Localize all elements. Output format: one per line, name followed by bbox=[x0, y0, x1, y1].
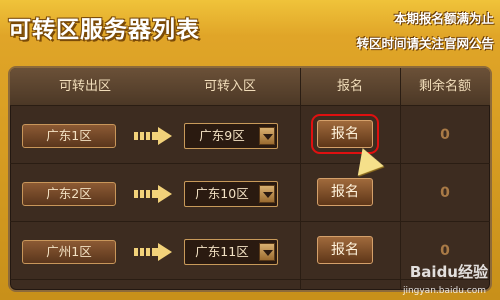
chevron-down-icon[interactable] bbox=[259, 243, 275, 261]
server-list-panel: 可转出区 可转入区 报名 剩余名额 广东1区 广东9区 报名 0 广东2区 广东… bbox=[8, 66, 492, 292]
remaining-slots: 0 bbox=[440, 185, 450, 201]
page-title: 可转区服务器列表 bbox=[8, 17, 200, 43]
chevron-down-icon[interactable] bbox=[259, 185, 275, 203]
target-server-select[interactable]: 广东9区 bbox=[184, 123, 278, 149]
signup-button[interactable]: 报名 bbox=[317, 178, 373, 206]
window-frame: 可转区服务器列表 本期报名额满为止 转区时间请关注官网公告 可转出区 可转入区 … bbox=[0, 0, 500, 300]
mouse-pointer-icon bbox=[357, 148, 387, 180]
chevron-down-icon[interactable] bbox=[259, 127, 275, 145]
column-header-remaining: 剩余名额 bbox=[418, 79, 471, 94]
source-server-label: 广东1区 bbox=[22, 124, 116, 148]
target-server-select[interactable]: 广东11区 bbox=[184, 239, 278, 265]
source-server-label: 广东2区 bbox=[22, 182, 116, 206]
arrow-right-icon bbox=[134, 127, 172, 145]
target-server-value: 广东9区 bbox=[199, 128, 245, 143]
notice-text: 本期报名额满为止 转区时间请关注官网公告 bbox=[356, 6, 494, 56]
remaining-slots: 0 bbox=[440, 127, 450, 143]
target-server-select[interactable]: 广东10区 bbox=[184, 181, 278, 207]
column-header-signup: 报名 bbox=[336, 79, 363, 94]
arrow-right-icon bbox=[134, 243, 172, 261]
watermark-url: jingyan.baidu.com bbox=[402, 286, 486, 296]
target-server-value: 广东10区 bbox=[195, 186, 249, 201]
arrow-right-icon bbox=[134, 185, 172, 203]
watermark-logo: Baidu经验 bbox=[409, 263, 488, 281]
target-server-value: 广东11区 bbox=[195, 244, 249, 259]
signup-button[interactable]: 报名 bbox=[311, 114, 379, 154]
table-header: 可转出区 可转入区 报名 剩余名额 bbox=[10, 68, 490, 106]
table-row: 广东1区 广东9区 报名 0 bbox=[10, 106, 490, 164]
column-header-to: 可转入区 bbox=[203, 79, 256, 94]
signup-button[interactable]: 报名 bbox=[317, 236, 373, 264]
column-header-from: 可转出区 bbox=[58, 79, 111, 94]
notice-line-1: 本期报名额满为止 bbox=[393, 11, 494, 26]
notice-line-2: 转区时间请关注官网公告 bbox=[356, 36, 494, 51]
table-row: 广东2区 广东10区 报名 0 bbox=[10, 164, 490, 222]
source-server-label: 广州1区 bbox=[22, 240, 116, 264]
